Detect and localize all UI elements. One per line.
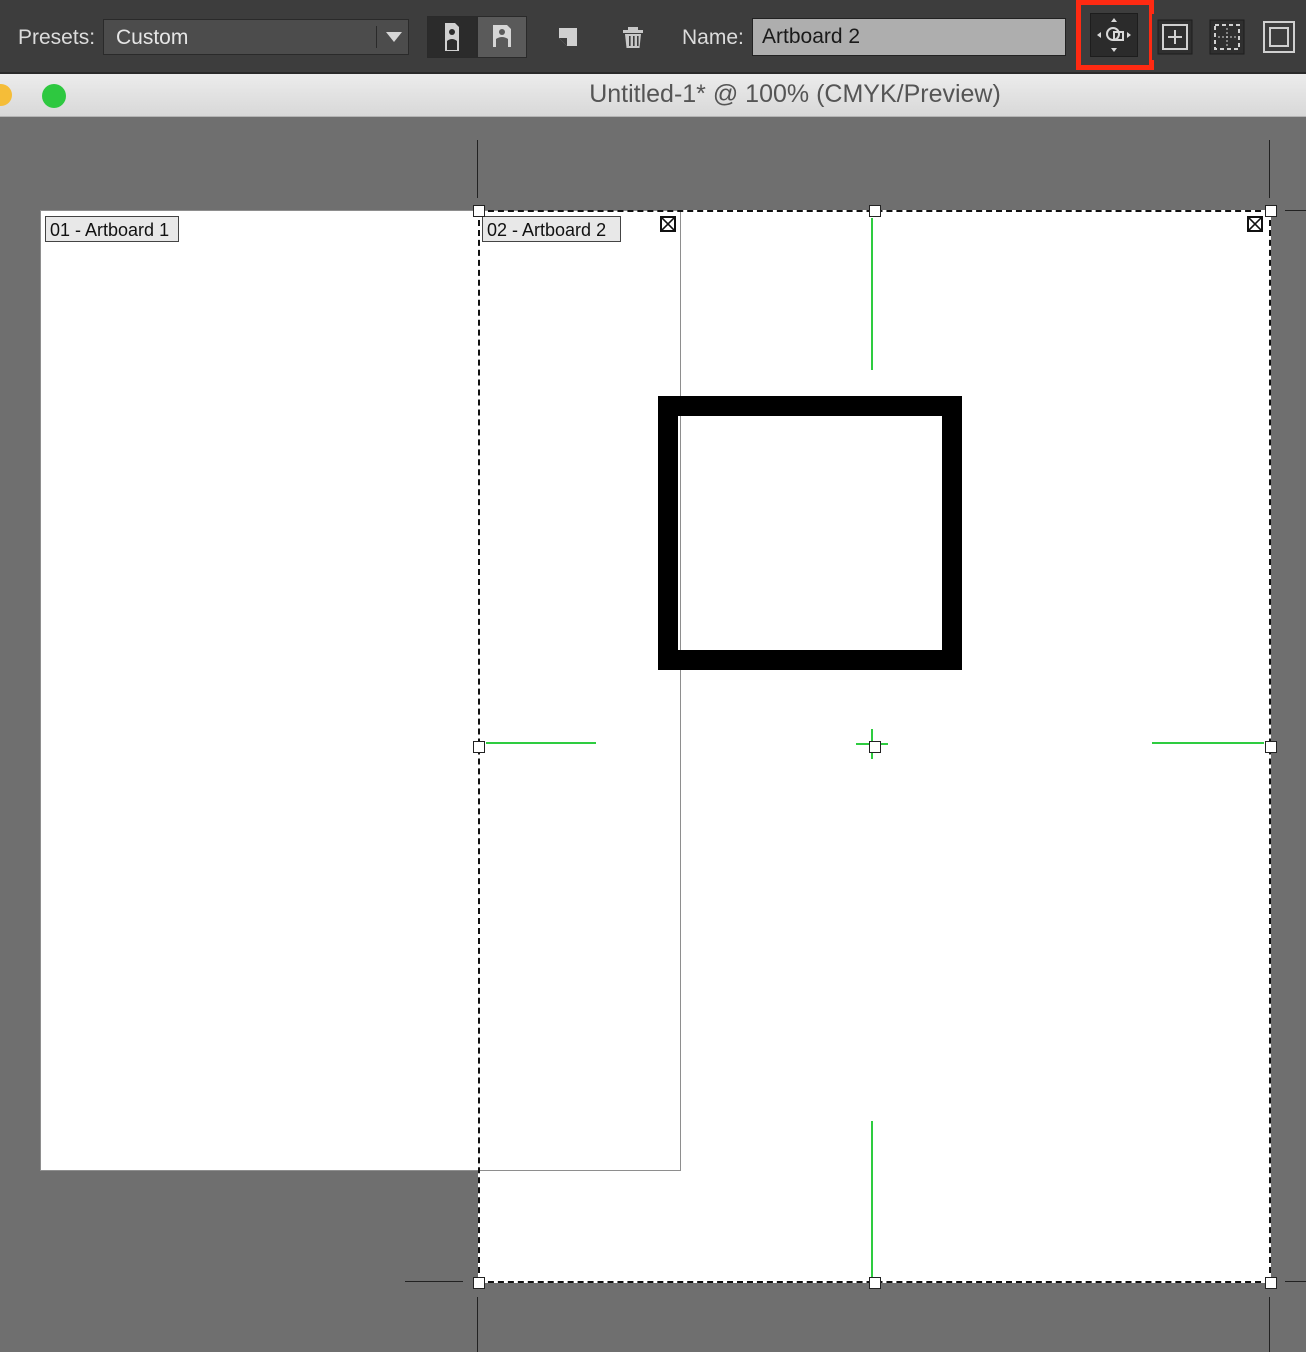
cross-hair-right — [1152, 742, 1264, 744]
resize-handle-top[interactable] — [869, 205, 881, 217]
new-artboard-button[interactable] — [548, 18, 588, 58]
highlight-box — [1076, 0, 1154, 70]
crop-mark — [1269, 1297, 1270, 1352]
cross-hair-left — [486, 742, 596, 744]
artboard-name-field[interactable]: Artboard 2 — [752, 18, 1066, 56]
landscape-orientation-button[interactable] — [477, 16, 527, 58]
document-title-bar: Untitled-1* @ 100% (CMYK/Preview) — [0, 74, 1306, 117]
artboard-name-value: Artboard 2 — [762, 25, 861, 48]
resize-handle-right[interactable] — [1265, 741, 1277, 753]
presets-dropdown[interactable]: Custom — [103, 19, 409, 55]
show-center-mark-button[interactable] — [1152, 14, 1198, 60]
presets-value: Custom — [116, 26, 189, 49]
artboard-1-label[interactable]: 01 - Artboard 1 — [45, 216, 179, 242]
document-title: Untitled-1* @ 100% (CMYK/Preview) — [589, 80, 1001, 108]
artboard-control-bar: Presets: Custom Name: Artboard 2 — [0, 0, 1306, 74]
portrait-orientation-button[interactable] — [427, 16, 477, 58]
landscape-icon — [493, 25, 511, 47]
crosshair-icon — [1209, 19, 1245, 55]
resize-handle-bottom[interactable] — [869, 1277, 881, 1289]
crop-mark — [1269, 140, 1270, 198]
chevron-down-icon[interactable] — [386, 32, 402, 42]
name-label: Name: — [682, 26, 744, 49]
center-mark-icon — [1157, 19, 1193, 55]
rectangle-artwork[interactable] — [658, 396, 962, 670]
crop-mark — [477, 1297, 478, 1352]
video-safe-icon — [1263, 21, 1295, 53]
artboard-2-close-icon[interactable] — [1247, 216, 1263, 232]
show-video-safe-areas-button[interactable] — [1256, 14, 1302, 60]
crop-mark — [1285, 210, 1306, 211]
cross-hair-bottom — [871, 1121, 873, 1277]
resize-handle-bottom-left[interactable] — [473, 1277, 485, 1289]
show-cross-hairs-button[interactable] — [1204, 14, 1250, 60]
center-point-handle[interactable] — [869, 741, 881, 753]
artboard-1-close-icon[interactable] — [660, 216, 676, 232]
resize-handle-top-right[interactable] — [1265, 205, 1277, 217]
new-artboard-icon — [559, 28, 577, 46]
crop-mark — [477, 140, 478, 198]
presets-label: Presets: — [18, 26, 96, 49]
crop-mark — [1285, 1281, 1306, 1282]
resize-handle-bottom-right[interactable] — [1265, 1277, 1277, 1289]
delete-artboard-button[interactable] — [614, 18, 654, 58]
cross-hair-top — [871, 218, 873, 370]
portrait-icon — [445, 23, 459, 51]
dropdown-separator — [376, 26, 377, 48]
trash-icon — [623, 27, 643, 48]
artboard-2-label[interactable]: 02 - Artboard 2 — [482, 216, 621, 242]
resize-handle-left[interactable] — [473, 741, 485, 753]
crop-mark — [405, 1281, 463, 1282]
resize-handle-top-left[interactable] — [473, 205, 485, 217]
